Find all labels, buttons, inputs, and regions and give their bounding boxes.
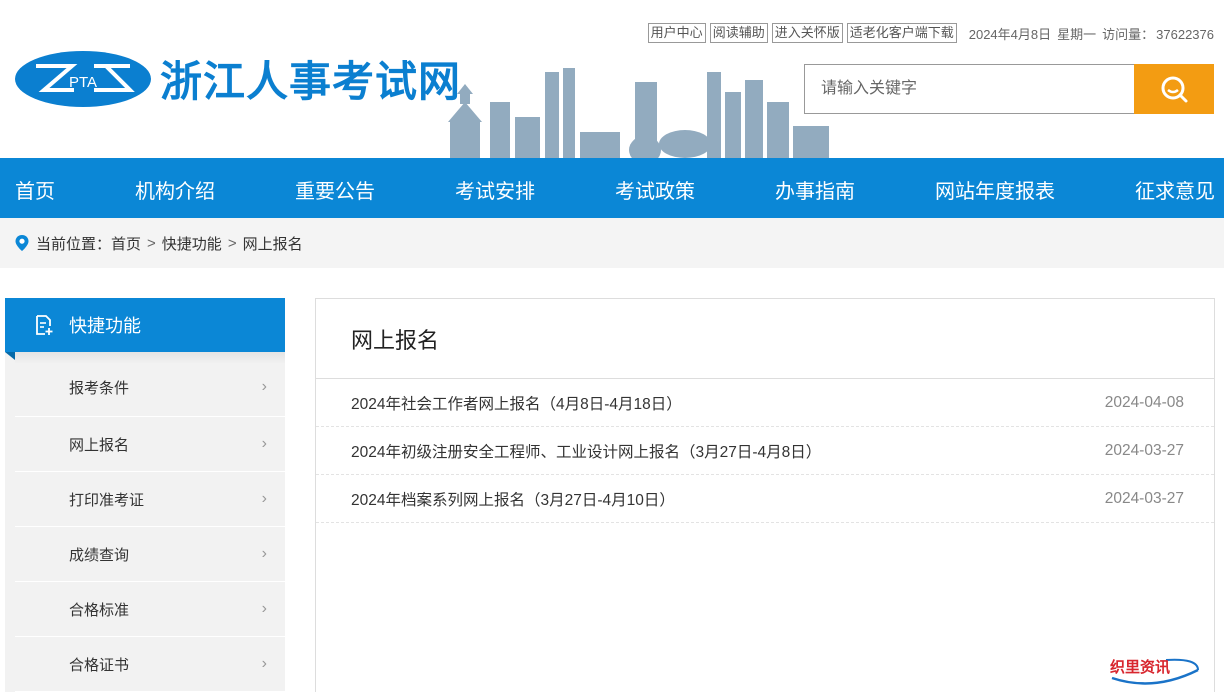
date-info: 2024年4月8日 星期一 访问量： 37622376 [963, 24, 1214, 43]
chevron-right-icon: › [261, 378, 267, 395]
nav-exam-policy[interactable]: 考试政策 [615, 175, 695, 204]
list-item[interactable]: 2024年社会工作者网上报名（4月8日-4月18日） 2024-04-08 [316, 379, 1214, 427]
nav-annual-report[interactable]: 网站年度报表 [935, 175, 1055, 204]
sidebar-item-label: 合格标准 [69, 601, 130, 619]
visits-label: 访问量： [1102, 26, 1155, 42]
pta-logo-icon: PTA [15, 50, 151, 107]
chevron-right-icon: › [261, 545, 267, 562]
breadcrumb-home[interactable]: 首页 [111, 233, 141, 254]
chevron-right-icon: › [261, 435, 267, 452]
city-skyline-illustration [448, 68, 829, 158]
user-center-link[interactable]: 用户中心 [647, 23, 706, 43]
elderly-client-download-link[interactable]: 适老化客户端下载 [846, 23, 957, 43]
sidebar-menu: 报考条件 › 网上报名 › 打印准考证 › 成绩查询 › 合格标准 › 合格证书 › [5, 352, 285, 692]
site-logo[interactable]: PTA 浙江人事考试网 [14, 48, 461, 109]
content-panel: 网上报名 2024年社会工作者网上报名（4月8日-4月18日） 2024-04-… [315, 298, 1215, 692]
top-links-bar: 用户中心 阅读辅助 进入关怀版 适老化客户端下载 2024年4月8日 星期一 访问量… [647, 23, 1214, 43]
visits-count: 37622376 [1156, 26, 1214, 42]
list-item-title[interactable]: 2024年档案系列网上报名（3月27日-4月10日） [351, 488, 675, 510]
sidebar-item-requirements[interactable]: 报考条件 › [15, 352, 285, 417]
logo-text: PTA [69, 74, 97, 91]
list-item[interactable]: 2024年档案系列网上报名（3月27日-4月10日） 2024-03-27 [316, 475, 1214, 523]
weekday-text: 星期一 [1057, 26, 1097, 42]
search-input[interactable] [804, 64, 1134, 114]
main-nav: 首页 机构介绍 重要公告 考试安排 考试政策 办事指南 网站年度报表 征求意见 [0, 158, 1224, 218]
nav-exam-schedule[interactable]: 考试安排 [455, 175, 535, 204]
chevron-right-icon: › [261, 600, 267, 617]
breadcrumb-label: 当前位置： [36, 235, 112, 253]
nav-guide[interactable]: 办事指南 [775, 175, 855, 204]
list-item-title[interactable]: 2024年社会工作者网上报名（4月8日-4月18日） [351, 392, 682, 414]
care-mode-link[interactable]: 进入关怀版 [771, 23, 843, 43]
breadcrumb-separator: > [147, 234, 156, 252]
site-header: PTA 浙江人事考试网 用户中心 阅读辅助 进入关怀版 适老化客户端下载 202… [0, 0, 1224, 158]
chevron-right-icon: › [261, 490, 267, 507]
list-item-title[interactable]: 2024年初级注册安全工程师、工业设计网上报名（3月27日-4月8日） [351, 440, 821, 462]
search-icon [1161, 76, 1188, 103]
list-item-date: 2024-03-27 [1104, 441, 1184, 459]
breadcrumb-quick-functions[interactable]: 快捷功能 [162, 233, 222, 254]
breadcrumb-separator: > [227, 234, 237, 252]
sidebar-item-certificate[interactable]: 合格证书 › [15, 637, 285, 692]
watermark-logo: 织里资讯 [1110, 658, 1199, 685]
sidebar-item-score-query[interactable]: 成绩查询 › [15, 527, 285, 582]
sidebar-header: 快捷功能 [5, 298, 285, 360]
chevron-right-icon: › [261, 655, 267, 672]
breadcrumb: 当前位置： 首页 > 快捷功能 > 网上报名 [0, 218, 1224, 268]
list-item-date: 2024-03-27 [1104, 489, 1184, 507]
nav-home[interactable]: 首页 [15, 175, 55, 204]
reading-assist-link[interactable]: 阅读辅助 [709, 23, 768, 43]
sidebar-item-print-admission[interactable]: 打印准考证 › [15, 472, 285, 527]
list-item[interactable]: 2024年初级注册安全工程师、工业设计网上报名（3月27日-4月8日） 2024… [316, 427, 1214, 475]
nav-feedback[interactable]: 征求意见 [1135, 175, 1215, 204]
location-pin-icon [14, 234, 30, 252]
search-button[interactable] [1134, 64, 1214, 114]
date-text: 2024年4月8日 [968, 26, 1052, 42]
sidebar-item-label: 合格证书 [69, 656, 130, 674]
sidebar: 快捷功能 报考条件 › 网上报名 › 打印准考证 › 成绩查询 › 合格标准 › 合格证书… [5, 298, 285, 692]
sidebar-title: 快捷功能 [69, 316, 141, 336]
sidebar-item-pass-standard[interactable]: 合格标准 › [15, 582, 285, 637]
document-icon [33, 314, 55, 336]
sidebar-item-label: 报考条件 [69, 379, 130, 397]
content-title: 网上报名 [316, 299, 1214, 379]
nav-announcements[interactable]: 重要公告 [295, 175, 375, 204]
breadcrumb-current[interactable]: 网上报名 [243, 233, 303, 254]
site-title: 浙江人事考试网 [160, 57, 462, 106]
sidebar-item-label: 网上报名 [69, 436, 130, 454]
watermark-text: 织里资讯 [1110, 658, 1170, 676]
search-bar [804, 64, 1214, 114]
list-item-date: 2024-04-08 [1104, 393, 1184, 411]
sidebar-item-online-registration[interactable]: 网上报名 › [15, 417, 285, 472]
sidebar-item-label: 打印准考证 [69, 491, 145, 509]
sidebar-item-label: 成绩查询 [69, 546, 130, 564]
nav-about[interactable]: 机构介绍 [135, 175, 215, 204]
